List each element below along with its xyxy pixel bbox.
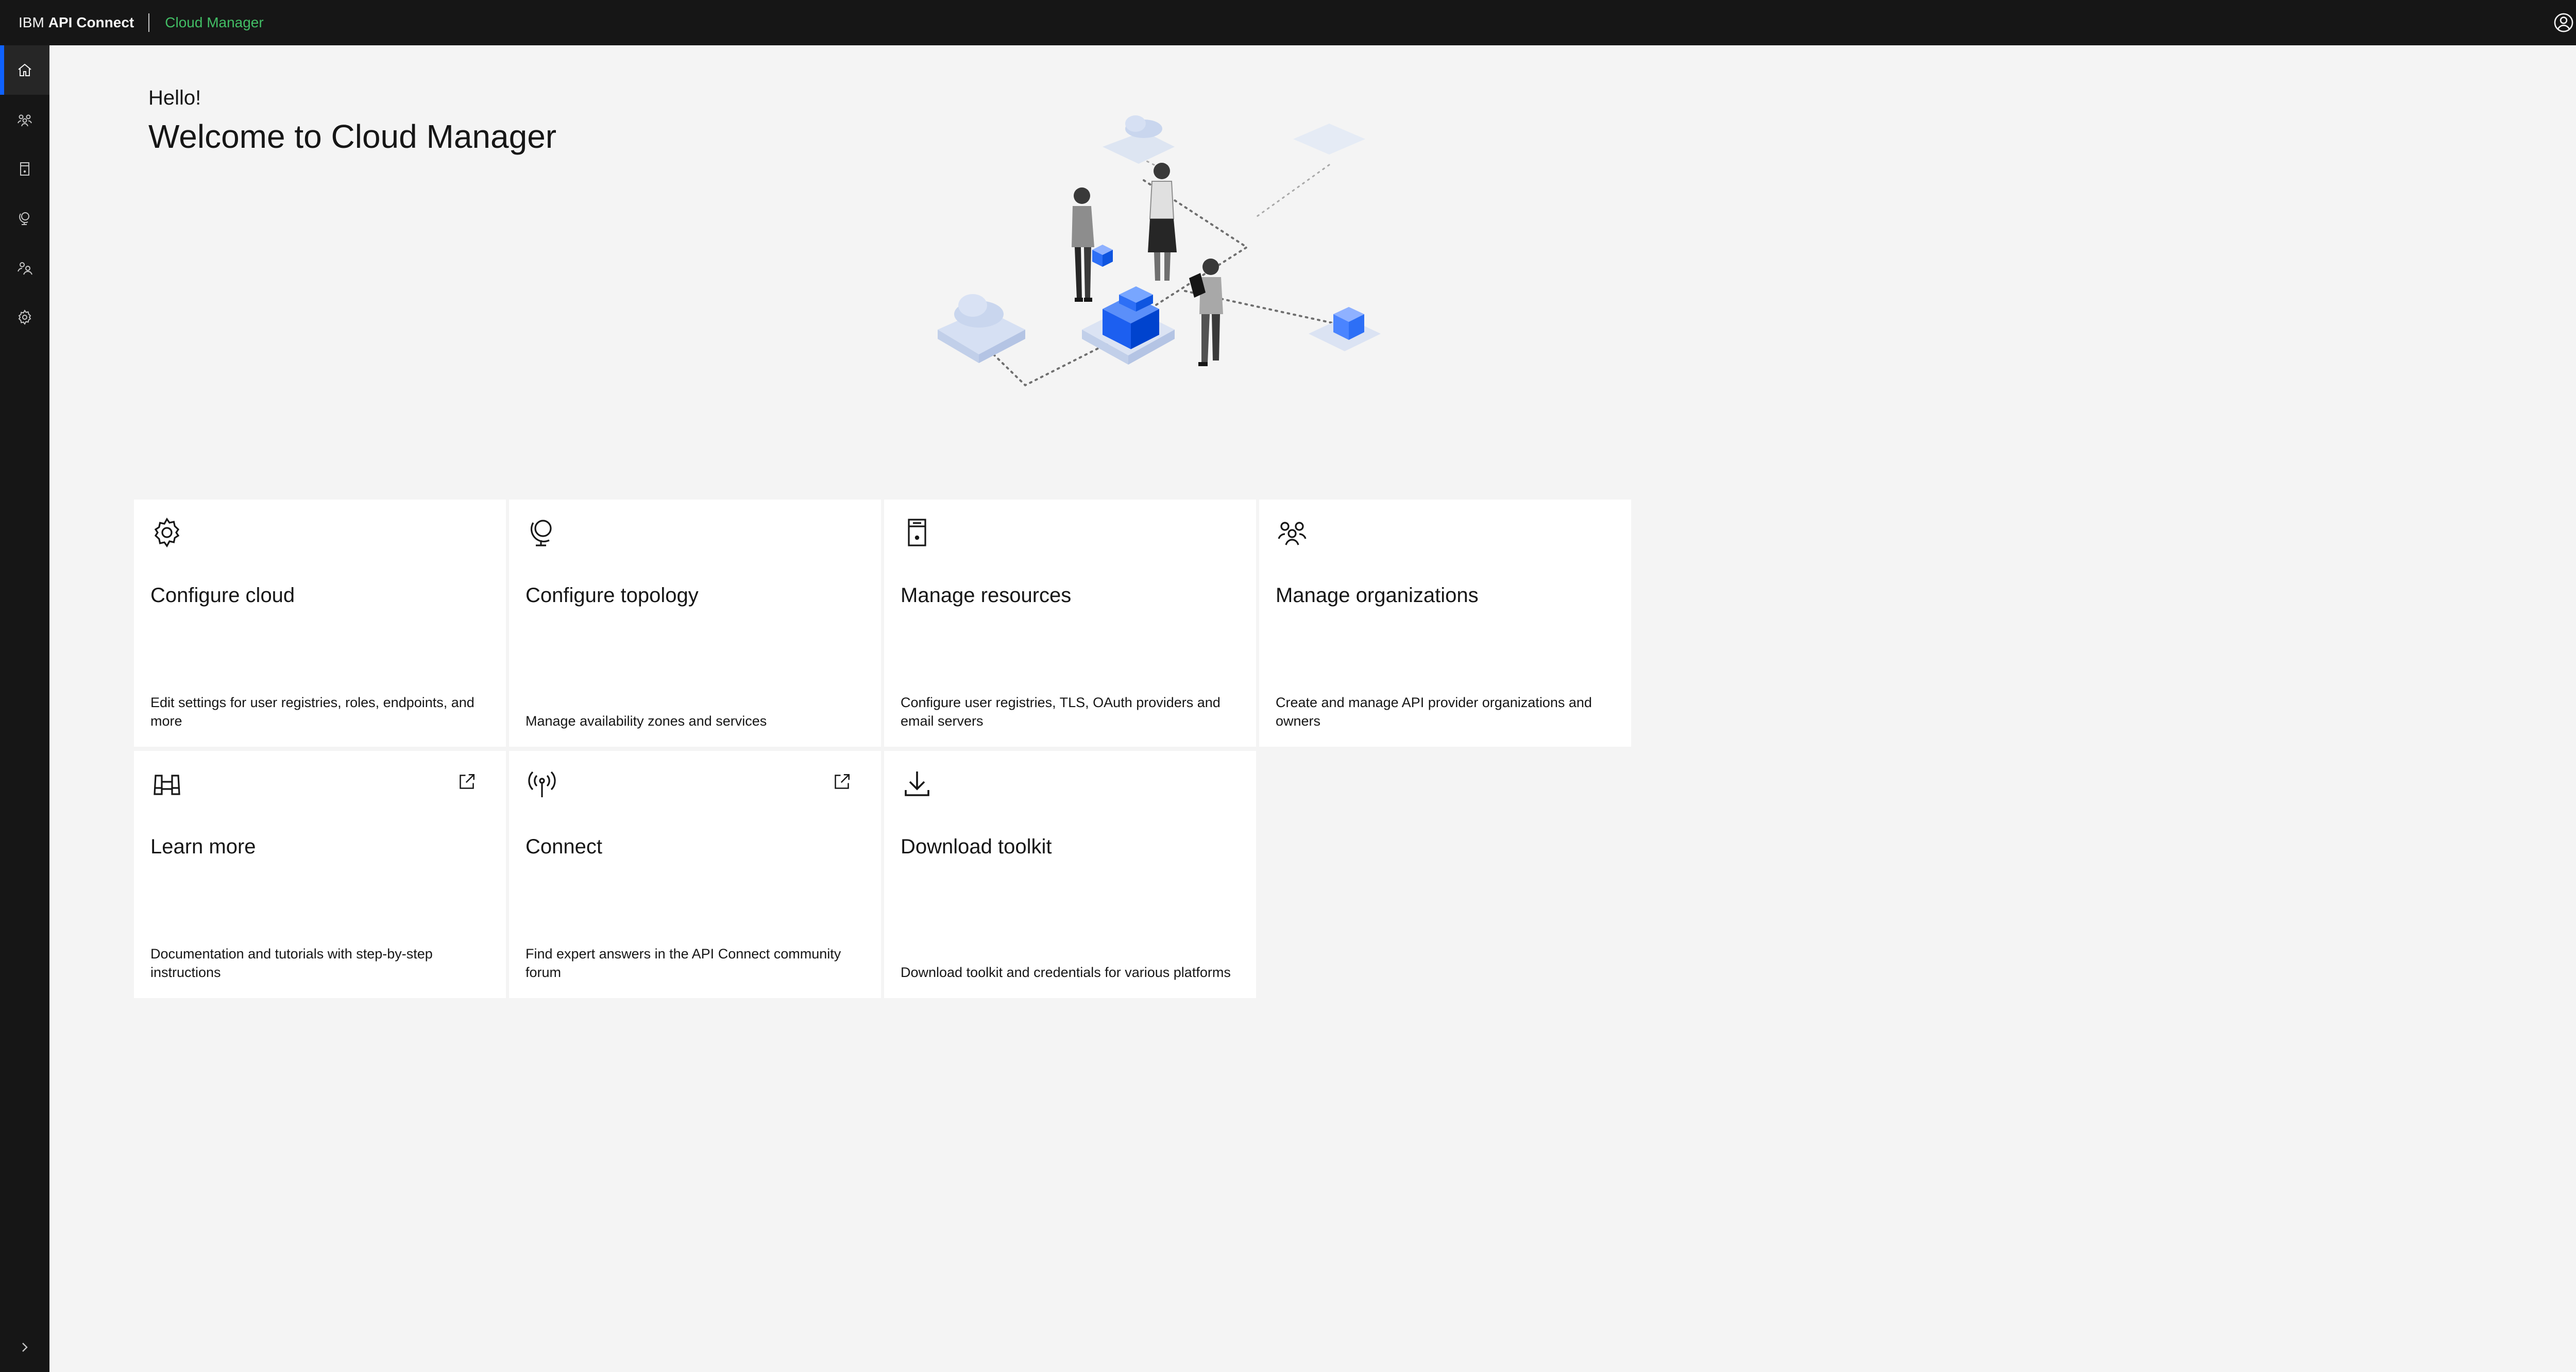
tile-title: Manage organizations: [1276, 584, 1479, 607]
brand[interactable]: IBM API Connect Cloud Manager: [0, 0, 264, 45]
user-profile-button[interactable]: [2539, 0, 2576, 45]
launch-icon: [835, 774, 850, 789]
brand-product: API Connect: [48, 14, 134, 30]
home-icon: [18, 63, 31, 76]
launch-icon: [460, 774, 474, 789]
nav-item-resources[interactable]: [0, 144, 49, 194]
tile-description: Configure user registries, TLS, OAuth pr…: [901, 695, 1221, 729]
tile-title: Configure topology: [526, 584, 699, 607]
download-icon: [905, 771, 929, 796]
brand-ibm: IBM: [19, 14, 44, 30]
tile-manage-organizations[interactable]: Manage organizations Create and manage A…: [1259, 500, 1631, 747]
nav-item-home[interactable]: [0, 45, 49, 95]
topology-icon: [19, 212, 29, 225]
tile-description: Create and manage API provider organizat…: [1276, 695, 1592, 729]
tile-title: Manage resources: [901, 584, 1072, 607]
page-title: Welcome to Cloud Manager: [148, 118, 557, 155]
tile-description: Manage availability zones and services: [526, 713, 767, 729]
nav-item-members[interactable]: [0, 95, 49, 144]
tile-title: Learn more: [150, 835, 256, 858]
resources-icon: [20, 162, 29, 176]
brand-divider: [148, 13, 150, 32]
settings-icon: [18, 310, 31, 325]
tile-description: Edit settings for user registries, roles…: [150, 695, 474, 729]
tile-learn-more[interactable]: Learn more Documentation and tutorials w…: [134, 751, 506, 998]
binoculars-icon: [154, 775, 180, 795]
tile-description: Find expert answers in the API Connect c…: [526, 946, 841, 980]
antenna-icon: [528, 771, 556, 797]
settings-icon: [154, 518, 180, 547]
tile-description: Download toolkit and credentials for var…: [901, 965, 1231, 980]
group-icon: [1278, 522, 1307, 545]
members-icon: [18, 114, 32, 127]
header-actions: [2539, 0, 2576, 45]
tile-title: Configure cloud: [150, 584, 295, 607]
nav-item-organizations[interactable]: [0, 243, 49, 293]
greeting: Hello!: [148, 87, 201, 109]
tile-title: Connect: [526, 835, 602, 858]
tile-title: Download toolkit: [901, 835, 1052, 858]
tile-configure-topology[interactable]: Configure topology Manage availability z…: [509, 500, 881, 747]
tile-manage-resources[interactable]: Manage resources Configure user registri…: [884, 500, 1256, 747]
nav-item-settings[interactable]: [0, 293, 49, 342]
server-icon: [908, 519, 926, 546]
app-name: Cloud Manager: [165, 14, 264, 30]
nav-expand-button[interactable]: [0, 1323, 49, 1372]
tile-connect[interactable]: Connect Find expert answers in the API C…: [509, 751, 881, 998]
chevron-right-icon: [22, 1343, 28, 1352]
globe-icon: [530, 520, 552, 546]
nav-item-topology[interactable]: [0, 194, 49, 243]
tile-download-toolkit[interactable]: Download toolkit Download toolkit and cr…: [884, 751, 1256, 998]
hero-illustration: [938, 115, 1381, 387]
tile-configure-cloud[interactable]: Configure cloud Edit settings for user r…: [134, 500, 506, 747]
top-header: IBM API Connect Cloud Manager: [0, 0, 2576, 45]
side-navigation: [0, 45, 49, 1372]
tile-description: Documentation and tutorials with step-by…: [150, 946, 433, 980]
organizations-icon: [18, 262, 32, 275]
user-avatar-icon: [2554, 13, 2573, 32]
